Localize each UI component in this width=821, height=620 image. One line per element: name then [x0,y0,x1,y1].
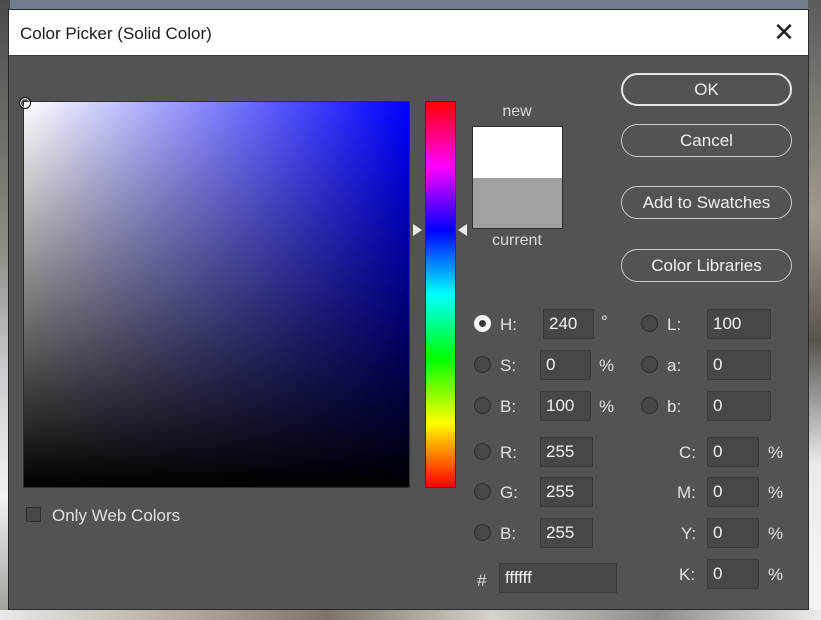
hue-slider-right-arrow-icon[interactable] [458,224,467,236]
black-unit: % [768,565,784,584]
color-field[interactable] [19,97,410,488]
hue-radio[interactable] [474,315,491,332]
saturation-label: S: [500,356,517,375]
saturation-unit: % [599,356,615,375]
close-icon[interactable]: ✕ [767,15,801,49]
lab-b-label: b: [667,397,682,416]
only-web-colors-checkbox[interactable] [26,507,41,522]
hue-input[interactable]: 240 [543,309,594,339]
magenta-input[interactable]: 0 [707,477,759,507]
hue-slider[interactable] [425,101,456,488]
black-label: K: [679,565,696,584]
lab-a-label: a: [667,356,682,375]
lab-b-radio[interactable] [641,397,658,414]
cancel-button[interactable]: Cancel [621,124,792,157]
green-radio[interactable] [474,483,491,500]
cyan-input[interactable]: 0 [707,437,759,467]
red-radio[interactable] [474,443,491,460]
yellow-unit: % [768,524,784,543]
lab-a-radio[interactable] [641,356,658,373]
cyan-label: C: [679,443,696,462]
hue-slider-left-arrow-icon[interactable] [413,224,422,236]
background-image-bottom [0,610,821,620]
saturation-radio[interactable] [474,356,491,373]
new-color-swatch [473,127,562,178]
ok-button[interactable]: OK [621,73,792,106]
red-input[interactable]: 255 [540,437,593,467]
blue-label: B: [500,524,517,543]
magenta-label: M: [677,483,696,502]
blue-input[interactable]: 255 [540,518,593,548]
only-web-colors-label: Only Web Colors [52,506,181,525]
background-image-right [808,0,821,620]
add-to-swatches-button[interactable]: Add to Swatches [621,186,792,219]
lab-b-input[interactable]: 0 [707,391,771,421]
current-color-swatch[interactable] [473,178,562,228]
yellow-label: Y: [681,524,697,543]
brightness-radio[interactable] [474,397,491,414]
current-color-label: current [492,232,542,249]
lab-l-label: L: [667,315,682,334]
lab-a-input[interactable]: 0 [707,350,771,380]
lab-l-input[interactable]: 100 [707,309,771,339]
brightness-input[interactable]: 100 [540,391,591,421]
brightness-label: B: [500,397,517,416]
brightness-unit: % [599,397,615,416]
color-field-brightness-gradient [24,102,409,487]
hex-label: # [477,571,487,590]
black-input[interactable]: 0 [707,559,759,589]
new-color-label: new [502,103,532,120]
lab-l-radio[interactable] [641,315,658,332]
yellow-input[interactable]: 0 [707,518,759,548]
color-comparison-swatch [472,126,563,229]
green-label: G: [500,483,518,502]
hex-input[interactable]: ffffff [499,563,617,593]
saturation-input[interactable]: 0 [540,350,591,380]
hue-unit: ° [601,312,608,331]
magenta-unit: % [768,483,784,502]
color-field-cursor[interactable] [19,97,31,109]
hue-label: H: [500,315,517,334]
dialog-title: Color Picker (Solid Color) [20,24,212,43]
cyan-unit: % [768,443,784,462]
green-input[interactable]: 255 [540,477,593,507]
blue-radio[interactable] [474,524,491,541]
color-libraries-button[interactable]: Color Libraries [621,249,792,282]
title-bar: Color Picker (Solid Color) ✕ [9,10,808,56]
color-picker-dialog: Color Picker (Solid Color) ✕ new current… [8,9,809,610]
red-label: R: [500,443,517,462]
